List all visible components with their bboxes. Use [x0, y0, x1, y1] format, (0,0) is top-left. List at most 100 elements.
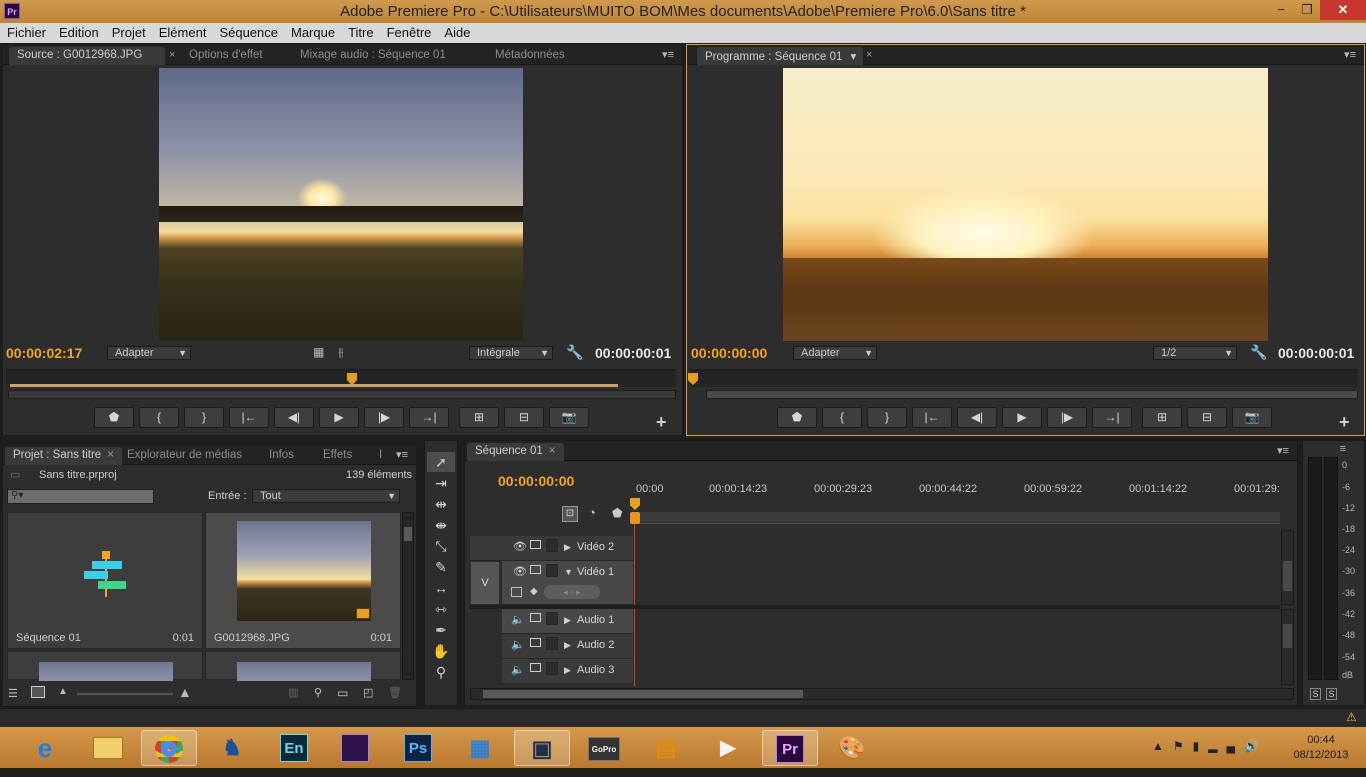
- solo-left-button[interactable]: S: [1310, 688, 1321, 700]
- panel-menu-icon[interactable]: ▾≡: [1277, 444, 1289, 457]
- menu-aide[interactable]: Aide: [437, 23, 476, 40]
- speaker-icon[interactable]: 🔈: [511, 613, 525, 626]
- project-item-partial[interactable]: [7, 651, 203, 681]
- internet-explorer-icon[interactable]: e: [17, 730, 73, 766]
- panel-menu-icon[interactable]: ▾≡: [396, 448, 408, 461]
- project-search-input[interactable]: ⚲▾: [7, 489, 154, 504]
- go-to-in-button[interactable]: |←: [229, 407, 269, 428]
- speaker-icon[interactable]: 🔈: [511, 663, 525, 676]
- track-header-audio-1[interactable]: 🔈 ▶ Audio 1: [502, 609, 633, 634]
- zoom-in-icon[interactable]: ▲: [178, 684, 192, 700]
- add-button-icon[interactable]: +: [656, 412, 667, 433]
- snap-icon[interactable]: ⊡: [562, 506, 578, 522]
- app-icon[interactable]: ♞: [204, 730, 260, 766]
- tab-audio-mixer[interactable]: Mixage audio : Séquence 01: [292, 47, 454, 65]
- system-tray[interactable]: ▲⚑▮▂▄🔊: [1152, 739, 1268, 753]
- keyframe-navigator[interactable]: ◂ ◦ ▸: [544, 585, 600, 599]
- add-marker-button[interactable]: ⬟: [94, 407, 134, 428]
- app-icon[interactable]: ▤: [638, 730, 694, 766]
- menu-projet[interactable]: Projet: [105, 23, 152, 40]
- expand-triangle-icon[interactable]: ▶: [564, 640, 571, 651]
- media-player-icon[interactable]: ▶: [700, 730, 756, 766]
- menu-titre[interactable]: Titre: [341, 23, 380, 40]
- panel-menu-icon[interactable]: ≡: [1340, 443, 1346, 455]
- go-to-out-button[interactable]: →|: [409, 407, 449, 428]
- selection-tool-icon[interactable]: ➚: [427, 452, 455, 472]
- audio-waveform-icon[interactable]: ⫵: [338, 345, 344, 360]
- slide-tool-icon[interactable]: ⇿: [427, 599, 455, 619]
- after-effects-icon[interactable]: [327, 730, 383, 766]
- video-tracks-scrollbar[interactable]: [1281, 530, 1294, 605]
- zoom-out-icon[interactable]: ▲: [58, 686, 68, 697]
- tab-sequence[interactable]: Séquence 01 ×: [467, 443, 564, 461]
- list-view-icon[interactable]: ☰: [8, 687, 18, 700]
- sync-lock-icon[interactable]: [530, 613, 541, 622]
- panel-menu-icon[interactable]: ▾≡: [662, 48, 674, 61]
- source-current-timecode[interactable]: 00:00:02:17: [6, 345, 82, 361]
- track-lock-toggle[interactable]: [546, 637, 558, 650]
- warning-icon[interactable]: ⚠: [1346, 710, 1357, 724]
- tab-metadata[interactable]: Métadonnées: [487, 47, 573, 65]
- extract-button[interactable]: ⊟: [1187, 407, 1227, 428]
- program-resolution-dropdown[interactable]: 1/2 ▼: [1153, 346, 1237, 360]
- track-header-audio-2[interactable]: 🔈 ▶ Audio 2: [502, 634, 633, 659]
- timeline-zoom-scrollbar[interactable]: [470, 688, 1294, 700]
- project-item-sequence[interactable]: Séquence 01 0:01: [7, 512, 203, 649]
- menu-fenetre[interactable]: Fenêtre: [380, 23, 438, 40]
- entry-dropdown[interactable]: Tout ▼: [252, 489, 400, 503]
- tab-project[interactable]: Projet : Sans titre ×: [5, 447, 122, 465]
- track-lock-toggle[interactable]: [546, 612, 558, 625]
- mark-out-button[interactable]: }: [867, 407, 907, 428]
- trash-icon[interactable]: 🗑: [388, 686, 402, 699]
- track-lock-toggle[interactable]: [546, 564, 558, 577]
- audio-tracks-scrollbar[interactable]: [1281, 609, 1294, 685]
- ripple-edit-tool-icon[interactable]: ⇹: [427, 494, 455, 514]
- track-lock-toggle[interactable]: [546, 662, 558, 675]
- app-icon[interactable]: ▣: [514, 730, 570, 766]
- source-quality-dropdown[interactable]: Intégrale ▼: [469, 346, 553, 360]
- mark-in-button[interactable]: {: [822, 407, 862, 428]
- tab-source[interactable]: Source : G0012968.JPG: [9, 47, 165, 65]
- step-forward-button[interactable]: |▶: [1047, 407, 1087, 428]
- program-zoom-scrollbar[interactable]: [706, 390, 1358, 399]
- tab-info[interactable]: Infos: [261, 447, 302, 465]
- go-to-out-button[interactable]: →|: [1092, 407, 1132, 428]
- tab-more[interactable]: I: [371, 447, 390, 465]
- zoom-tool-icon[interactable]: ⚲: [427, 662, 455, 682]
- sync-lock-icon[interactable]: [530, 638, 541, 647]
- app-icon[interactable]: ▦: [452, 730, 508, 766]
- expand-triangle-icon[interactable]: ▶: [564, 615, 571, 626]
- icon-view-icon[interactable]: [31, 686, 45, 698]
- track-header-video-1[interactable]: 👁 ▼ Vidéo 1 ◆ ◂ ◦ ▸: [502, 561, 633, 605]
- premiere-pro-icon[interactable]: Pr: [762, 730, 818, 766]
- go-to-in-button[interactable]: |←: [912, 407, 952, 428]
- add-button-icon[interactable]: +: [1339, 412, 1350, 433]
- eye-icon[interactable]: 👁: [513, 565, 527, 578]
- hand-tool-icon[interactable]: ✋: [427, 641, 455, 661]
- track-lock-toggle[interactable]: [546, 539, 558, 552]
- new-item-icon[interactable]: ◰: [363, 686, 373, 699]
- add-marker-button[interactable]: ⬟: [777, 407, 817, 428]
- project-scrollbar[interactable]: [402, 512, 414, 680]
- tab-effects[interactable]: Effets: [315, 447, 360, 465]
- gopro-icon[interactable]: GoPro: [576, 730, 632, 766]
- close-icon[interactable]: ×: [169, 49, 175, 61]
- tab-media-browser[interactable]: Explorateur de médias: [119, 447, 250, 465]
- timeline-playhead-marker[interactable]: [630, 512, 640, 524]
- insert-button[interactable]: ⊞: [459, 407, 499, 428]
- program-current-timecode[interactable]: 00:00:00:00: [691, 345, 767, 361]
- mark-in-button[interactable]: {: [139, 407, 179, 428]
- timeline-timecode[interactable]: 00:00:00:00: [498, 473, 574, 489]
- speaker-icon[interactable]: 🔈: [511, 638, 525, 651]
- chrome-icon[interactable]: [141, 730, 197, 766]
- film-icon[interactable]: ▦: [313, 345, 324, 359]
- linked-selection-icon[interactable]: ◔: [588, 505, 596, 520]
- add-marker-icon[interactable]: ⬟: [612, 506, 622, 520]
- program-time-ruler[interactable]: [690, 369, 1358, 387]
- collapse-triangle-icon[interactable]: ▼: [564, 567, 573, 577]
- expand-triangle-icon[interactable]: ▶: [564, 665, 571, 676]
- menu-fichier[interactable]: Fichier: [0, 23, 52, 40]
- mark-out-button[interactable]: }: [184, 407, 224, 428]
- project-item-clip[interactable]: G0012968.JPG 0:01: [205, 512, 401, 649]
- pen-tool-icon[interactable]: ✒: [427, 620, 455, 640]
